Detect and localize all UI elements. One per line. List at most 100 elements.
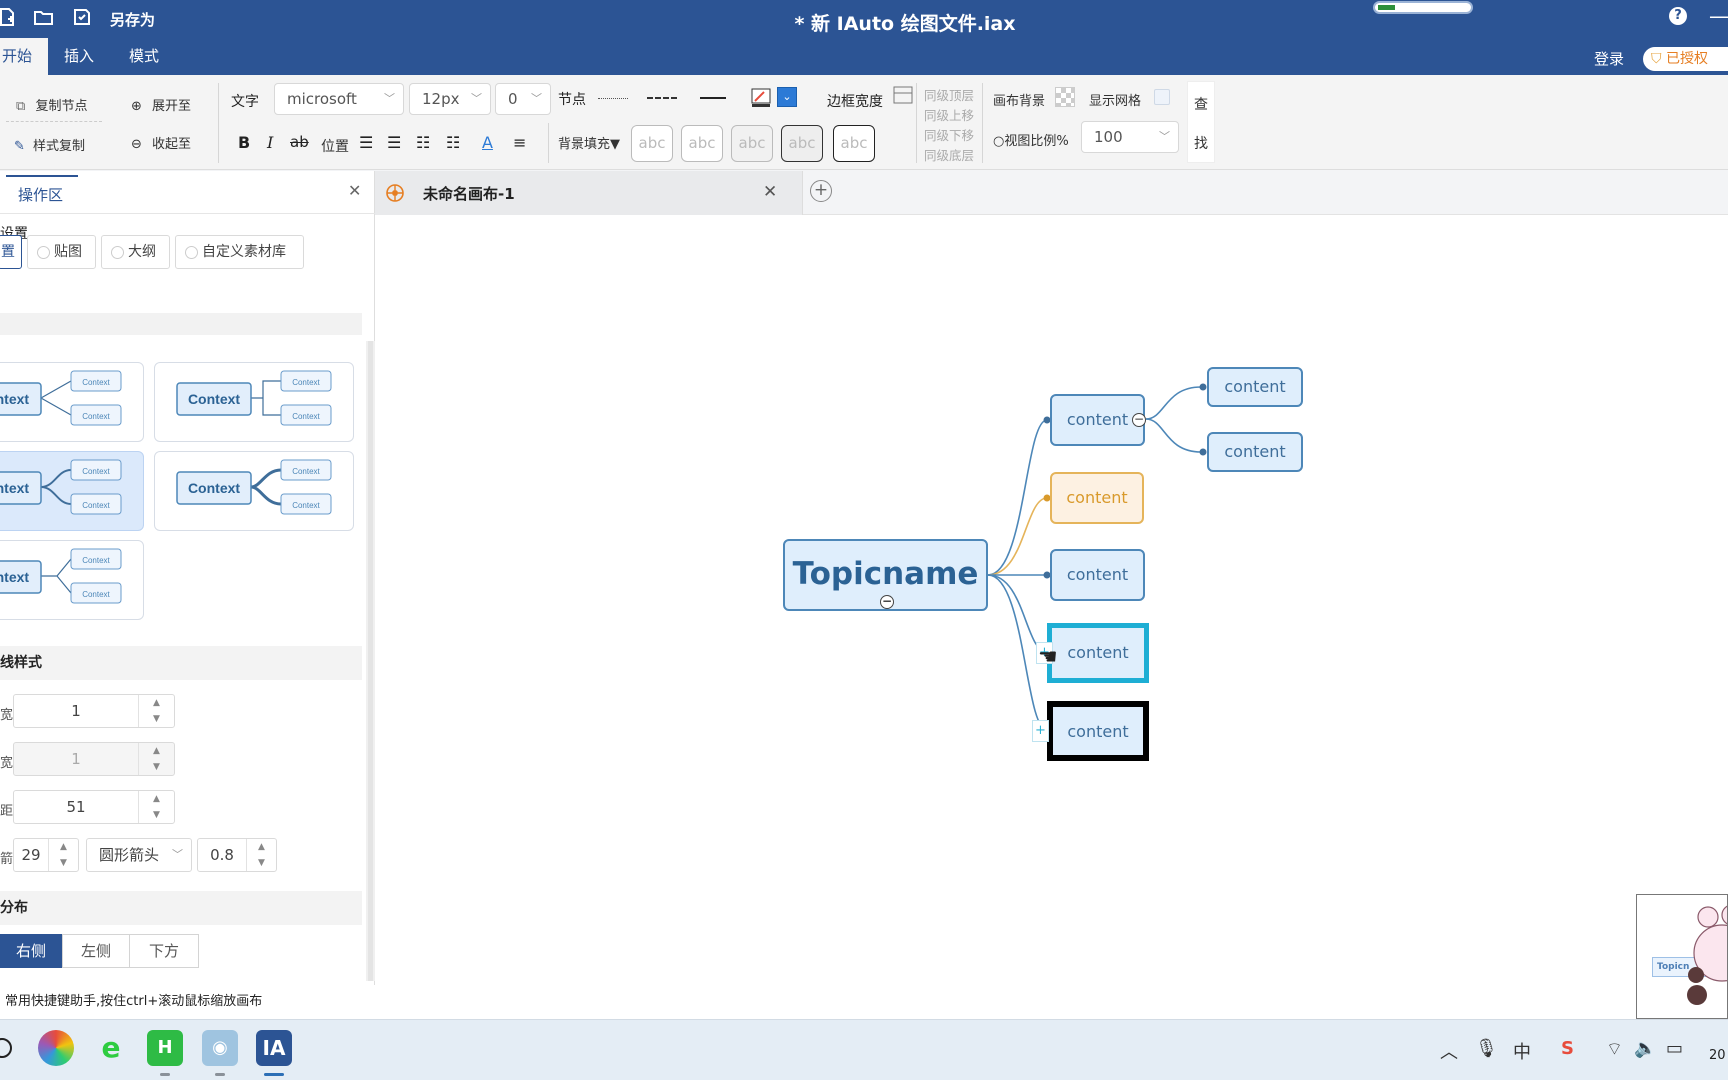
font-family-select[interactable]: microsoft ﹀	[274, 83, 404, 115]
collapse-icon[interactable]: −	[1132, 413, 1146, 427]
wps-icon[interactable]: S	[1561, 1038, 1574, 1059]
line-solid-option[interactable]	[700, 97, 726, 99]
font-size-select[interactable]: 12px ﹀	[409, 83, 491, 115]
align-middle-icon[interactable]: ☰	[387, 133, 401, 152]
find-button[interactable]: 查 找	[1187, 81, 1215, 163]
border-width-icon[interactable]	[893, 86, 913, 104]
bold-button[interactable]: B	[238, 133, 250, 152]
line-distance-input[interactable]: 51 ▲ ▼	[13, 790, 175, 824]
iauto-app-icon[interactable]: IA	[256, 1030, 292, 1066]
content-node[interactable]: content	[1050, 549, 1145, 601]
font-color-button[interactable]: A	[482, 133, 493, 152]
mode-option-outline[interactable]: 大纲	[101, 235, 170, 269]
layout-template-card[interactable]: Context Context Context	[0, 540, 144, 620]
layout-template-card[interactable]: Context Context Context	[0, 362, 144, 442]
ime-icon[interactable]: 中	[1513, 1038, 1531, 1064]
mindmap-canvas[interactable]: Topicname − content − content content co…	[375, 215, 1728, 1019]
fill-style-option-5[interactable]: abc	[833, 125, 875, 162]
sub-content-node[interactable]: content	[1207, 367, 1303, 407]
style-copy-button[interactable]: ✎ 样式复制	[14, 135, 85, 154]
show-grid-checkbox[interactable]	[1154, 89, 1170, 105]
send-to-back-button[interactable]: 同级底层	[924, 145, 974, 164]
fill-style-option-3[interactable]: abc	[731, 125, 773, 162]
help-icon[interactable]: ?	[1669, 7, 1687, 25]
volume-icon[interactable]: 🔈	[1634, 1038, 1656, 1059]
align-bottom-icon[interactable]: ☷	[446, 133, 460, 152]
sub-content-node[interactable]: content	[1207, 432, 1303, 472]
stepper-icon[interactable]: ▲ ▼	[138, 743, 174, 775]
minimize-icon[interactable]: —	[1709, 4, 1728, 28]
content-node-selected[interactable]: content	[1047, 623, 1149, 683]
arrow-ratio-input[interactable]: 0.8 ▲ ▼	[197, 838, 277, 872]
arrow-size-input[interactable]: 29 ▲ ▼	[13, 838, 79, 872]
expand-to-button[interactable]: ⊕ 展开至	[131, 95, 191, 114]
border-color-dropdown[interactable]: ⌄	[777, 87, 797, 107]
panel-scrollbar[interactable]	[366, 341, 375, 981]
align-top-icon[interactable]: ☰	[359, 133, 373, 152]
microphone-icon[interactable]: 🎙	[1475, 1038, 1498, 1059]
layout-template-card[interactable]: Context Context Context	[154, 451, 354, 531]
topic-node[interactable]: Topicname −	[783, 539, 988, 611]
mode-option-sticker[interactable]: 贴图	[27, 235, 96, 269]
login-link[interactable]: 登录	[1594, 48, 1624, 69]
battery-icon[interactable]: ▭	[1666, 1038, 1683, 1059]
tab-mode[interactable]: 模式	[129, 38, 159, 75]
fill-style-option-4[interactable]: abc	[781, 125, 823, 162]
add-tab-icon[interactable]: +	[810, 180, 832, 202]
wifi-icon[interactable]: ⌔	[1606, 1038, 1623, 1061]
line-dashed-option[interactable]	[647, 97, 677, 99]
content-node[interactable]: content −	[1050, 394, 1146, 446]
distribution-left-button[interactable]: 左侧	[62, 934, 130, 968]
stepper-icon[interactable]: ▲ ▼	[246, 839, 276, 871]
line-width2-input[interactable]: 1 ▲ ▼	[13, 742, 175, 776]
close-icon[interactable]: ✕	[763, 182, 777, 202]
search-icon[interactable]	[0, 1038, 12, 1058]
tab-operations[interactable]: 操作区	[6, 175, 78, 213]
arrow-type-select[interactable]: 圆形箭头 ﹀	[86, 838, 192, 872]
licensed-badge[interactable]: ⛉ 已授权	[1643, 47, 1728, 71]
color-wheel-app-icon[interactable]	[38, 1030, 74, 1066]
line-width-input[interactable]: 1 ▲ ▼	[13, 694, 175, 728]
edge-browser-icon[interactable]: e	[93, 1030, 129, 1066]
align-justify-icon[interactable]: ☷	[416, 133, 430, 152]
strikethrough-button[interactable]: ab	[290, 133, 309, 151]
live-app-icon[interactable]: ◉	[202, 1030, 238, 1066]
stepper-icon[interactable]: ▲ ▼	[48, 839, 78, 871]
bring-to-front-button[interactable]: 同级顶层	[924, 85, 974, 104]
close-icon[interactable]: ✕	[348, 181, 361, 200]
border-color-icon[interactable]	[751, 88, 771, 108]
h-app-icon[interactable]: H	[147, 1030, 183, 1066]
distribution-below-button[interactable]: 下方	[129, 934, 199, 968]
content-node-black-border[interactable]: content	[1047, 701, 1149, 761]
content-node-highlighted[interactable]: content	[1050, 472, 1144, 524]
collapse-icon[interactable]: −	[880, 595, 894, 609]
tab-canvas-1[interactable]: 未命名画布-1 ✕	[375, 171, 803, 215]
node-text: content	[1067, 643, 1129, 662]
distribution-right-button[interactable]: 右侧	[0, 934, 62, 968]
bring-forward-button[interactable]: 同级上移	[924, 105, 974, 124]
mode-option-settings[interactable]: 置	[0, 235, 22, 269]
line-dotted-option[interactable]	[598, 98, 628, 99]
layout-template-card-selected[interactable]: Context Context Context	[0, 451, 144, 531]
zoom-select[interactable]: 100 ﹀	[1081, 121, 1179, 153]
chevron-up-icon[interactable]: ︿	[1440, 1038, 1458, 1064]
italic-button[interactable]: I	[267, 133, 273, 152]
stepper-icon[interactable]: ▲ ▼	[138, 791, 174, 823]
background-fill-label[interactable]: 背景填充▼	[558, 133, 620, 152]
mode-option-custom-library[interactable]: 自定义素材库	[175, 235, 304, 269]
send-backward-button[interactable]: 同级下移	[924, 125, 974, 144]
collapse-to-button[interactable]: ⊖ 收起至	[131, 133, 191, 152]
tab-insert[interactable]: 插入	[64, 38, 94, 75]
copy-node-button[interactable]: ⧉ 复制节点	[16, 95, 87, 114]
layout-template-card[interactable]: Context Context Context	[154, 362, 354, 442]
tab-start[interactable]: 开始	[0, 38, 49, 75]
minimap[interactable]: Topicn	[1636, 894, 1728, 1019]
text-align-center-icon[interactable]: ≡	[513, 133, 526, 152]
canvas-background-swatch[interactable]	[1055, 87, 1075, 107]
stepper-icon[interactable]: ▲ ▼	[138, 695, 174, 727]
fill-style-option-1[interactable]: abc	[631, 125, 673, 162]
scrollbar-thumb[interactable]	[368, 341, 373, 981]
letter-spacing-select[interactable]: 0 ﹀	[495, 83, 551, 115]
fill-style-option-2[interactable]: abc	[681, 125, 723, 162]
expand-icon[interactable]: +	[1032, 720, 1049, 742]
